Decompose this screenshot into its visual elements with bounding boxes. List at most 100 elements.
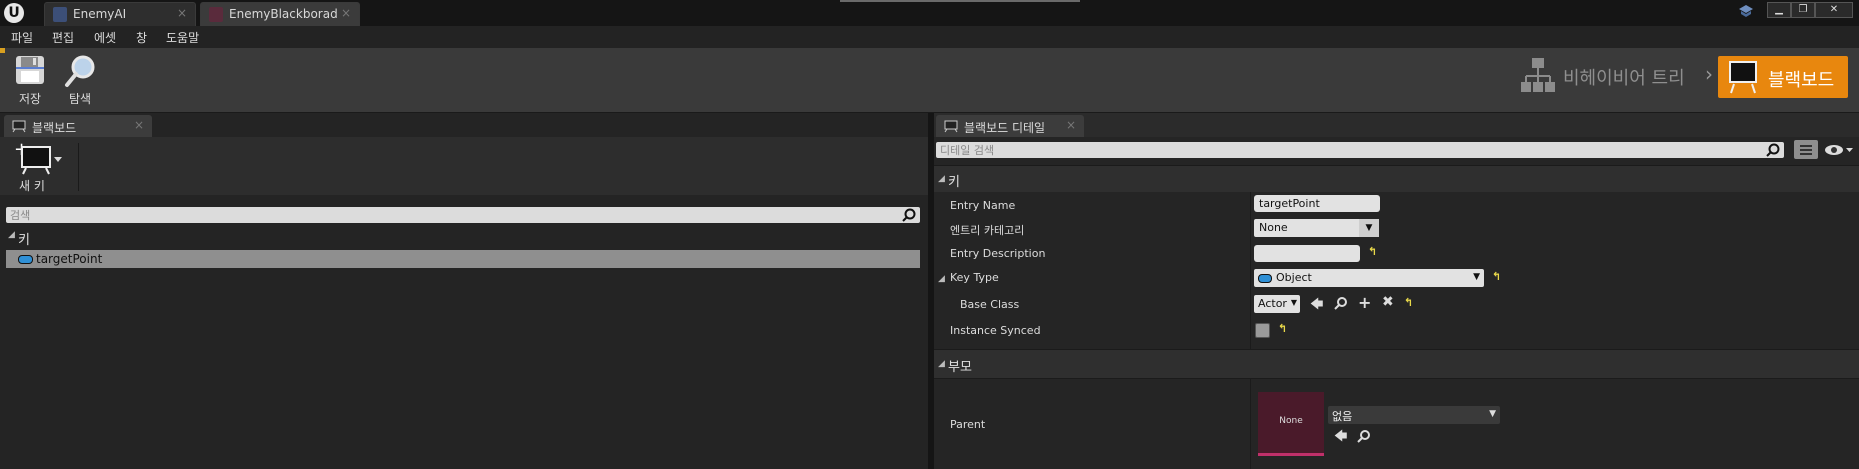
clear-icon[interactable]: ✖ (1382, 294, 1394, 310)
menu-help[interactable]: 도움말 (166, 29, 199, 46)
keys-section-label: 키 (18, 233, 30, 248)
add-icon[interactable]: + (1358, 293, 1371, 312)
blackboard-panel: 블랙보드 × + 새 키 ◢ 키 targetPoint (0, 113, 928, 469)
tab-enemy-ai[interactable]: EnemyAI × (44, 2, 196, 26)
parent-asset-dropdown[interactable]: 없음 ▼ (1328, 406, 1500, 424)
eye-icon (1825, 145, 1853, 155)
new-key-button[interactable]: + 새 키 (14, 141, 70, 193)
close-tab-icon[interactable]: × (177, 6, 187, 20)
toolbar-divider (78, 143, 79, 191)
parent-section-header[interactable]: ◢ 부모 (934, 350, 1859, 378)
entry-category-label: 엔트리 카테고리 (950, 224, 1025, 237)
search-icon[interactable] (1766, 143, 1780, 157)
chevron-down-icon[interactable]: ▼ (1359, 219, 1379, 237)
parent-section-label: 부모 (948, 360, 972, 375)
view-options-button[interactable] (1824, 143, 1854, 157)
minimize-button[interactable]: ▁ (1767, 2, 1791, 18)
row-divider (934, 378, 1859, 379)
base-class-value: Actor (1258, 297, 1287, 310)
reset-to-default-icon[interactable]: ↰ (1492, 270, 1501, 283)
chevron-down-icon (54, 157, 62, 162)
collapse-arrow-icon[interactable]: ◢ (8, 230, 15, 240)
entry-name-field[interactable]: targetPoint (1254, 195, 1380, 212)
behavior-tree-asset-icon (53, 7, 67, 22)
window-drag-area[interactable] (840, 0, 1080, 2)
object-type-icon (1258, 274, 1272, 283)
magnifier-icon (65, 55, 95, 87)
unreal-logo-icon: U (4, 3, 24, 23)
parent-thumbnail[interactable]: None (1258, 392, 1324, 456)
close-tab-icon[interactable]: × (341, 6, 351, 20)
key-search-input[interactable] (10, 207, 833, 223)
tab-label: EnemyBlackborad (229, 7, 338, 21)
entry-category-value: None (1259, 221, 1288, 234)
toolbar-corner-marker (0, 48, 5, 53)
keys-section-header[interactable]: ◢ 키 (6, 229, 920, 248)
toolbar: 저장 탐색 비헤이비어 트리 › 블랙보드 (0, 48, 1859, 113)
tab-label: EnemyAI (73, 7, 127, 21)
collapse-arrow-icon[interactable]: ◢ (938, 174, 945, 184)
details-tab-label: 블랙보드 디테일 (964, 121, 1046, 135)
key-section-header[interactable]: ◢ 키 (934, 166, 1859, 192)
close-window-button[interactable]: ✕ (1815, 2, 1853, 18)
instance-synced-label: Instance Synced (950, 324, 1041, 337)
chevron-down-icon: ▼ (1489, 409, 1496, 419)
reset-to-default-icon[interactable]: ↰ (1404, 296, 1413, 309)
entry-category-dropdown[interactable]: None ▼ (1254, 219, 1379, 237)
property-matrix-button[interactable] (1794, 140, 1818, 159)
close-tab-icon[interactable]: × (134, 118, 144, 132)
grid-icon (1800, 145, 1812, 155)
details-panel-tab[interactable]: 블랙보드 디테일 × (936, 115, 1084, 137)
mode-behavior-tree[interactable]: 비헤이비어 트리 (1563, 64, 1685, 90)
browse-label: 탐색 (68, 92, 92, 106)
key-section-label: 키 (948, 175, 960, 190)
use-selected-arrow-icon[interactable]: 🡄 (1310, 295, 1323, 317)
mode-blackboard[interactable]: 블랙보드 (1718, 56, 1848, 98)
mode-blackboard-label: 블랙보드 (1768, 70, 1835, 91)
tab-enemy-blackboard[interactable]: EnemyBlackborad × (200, 2, 360, 26)
blackboard-panel-tab[interactable]: 블랙보드 × (4, 115, 152, 137)
search-icon[interactable] (902, 208, 916, 222)
expand-arrow-icon[interactable]: ◢ (938, 274, 945, 284)
base-class-dropdown[interactable]: Actor ▼ (1254, 295, 1300, 313)
reset-to-default-icon[interactable]: ↰ (1278, 322, 1287, 335)
details-panel: 블랙보드 디테일 × ◢ 키 Entry Name targetPoint 엔트… (934, 113, 1859, 469)
notification-icon[interactable] (1738, 4, 1754, 18)
blackboard-tab-icon (12, 120, 26, 133)
browse-button[interactable]: 탐색 (58, 52, 102, 108)
details-tab-icon (944, 120, 958, 133)
menu-asset[interactable]: 에셋 (94, 29, 116, 46)
entry-name-label: Entry Name (950, 199, 1016, 212)
new-key-icon: + (14, 141, 62, 175)
browse-magnifier-icon[interactable] (1334, 296, 1348, 313)
chevron-down-icon: ▼ (1290, 298, 1297, 307)
details-search-input[interactable] (940, 142, 1704, 158)
save-button[interactable]: 저장 (10, 52, 50, 108)
entry-description-field[interactable] (1254, 245, 1360, 262)
key-name: targetPoint (36, 252, 103, 266)
menu-edit[interactable]: 편집 (52, 29, 74, 46)
base-class-label: Base Class (960, 298, 1020, 311)
key-type-label: Key Type (950, 271, 999, 284)
close-tab-icon[interactable]: × (1066, 118, 1076, 132)
key-type-dropdown[interactable]: Object ▼ (1254, 269, 1484, 287)
object-key-icon (18, 255, 33, 264)
instance-synced-checkbox[interactable] (1255, 323, 1270, 338)
save-label: 저장 (18, 92, 42, 106)
details-search-field[interactable] (936, 142, 1784, 158)
menu-window[interactable]: 창 (136, 29, 147, 46)
behavior-tree-icon (1521, 58, 1555, 92)
parent-label: Parent (950, 418, 986, 431)
parent-thumbnail-text: None (1279, 416, 1303, 426)
list-item[interactable]: targetPoint (6, 250, 920, 268)
breadcrumb-separator: › (1705, 62, 1713, 86)
save-icon (16, 56, 44, 84)
key-search-field[interactable] (6, 207, 920, 223)
reset-to-default-icon[interactable]: ↰ (1368, 245, 1377, 258)
use-selected-arrow-icon[interactable]: 🡄 (1334, 427, 1347, 449)
menu-bar: 파일 편집 에셋 창 도움말 (0, 26, 1859, 48)
menu-file[interactable]: 파일 (11, 29, 33, 46)
maximize-button[interactable]: ❐ (1791, 2, 1815, 18)
collapse-arrow-icon[interactable]: ◢ (938, 359, 945, 369)
browse-magnifier-icon[interactable] (1357, 429, 1371, 446)
